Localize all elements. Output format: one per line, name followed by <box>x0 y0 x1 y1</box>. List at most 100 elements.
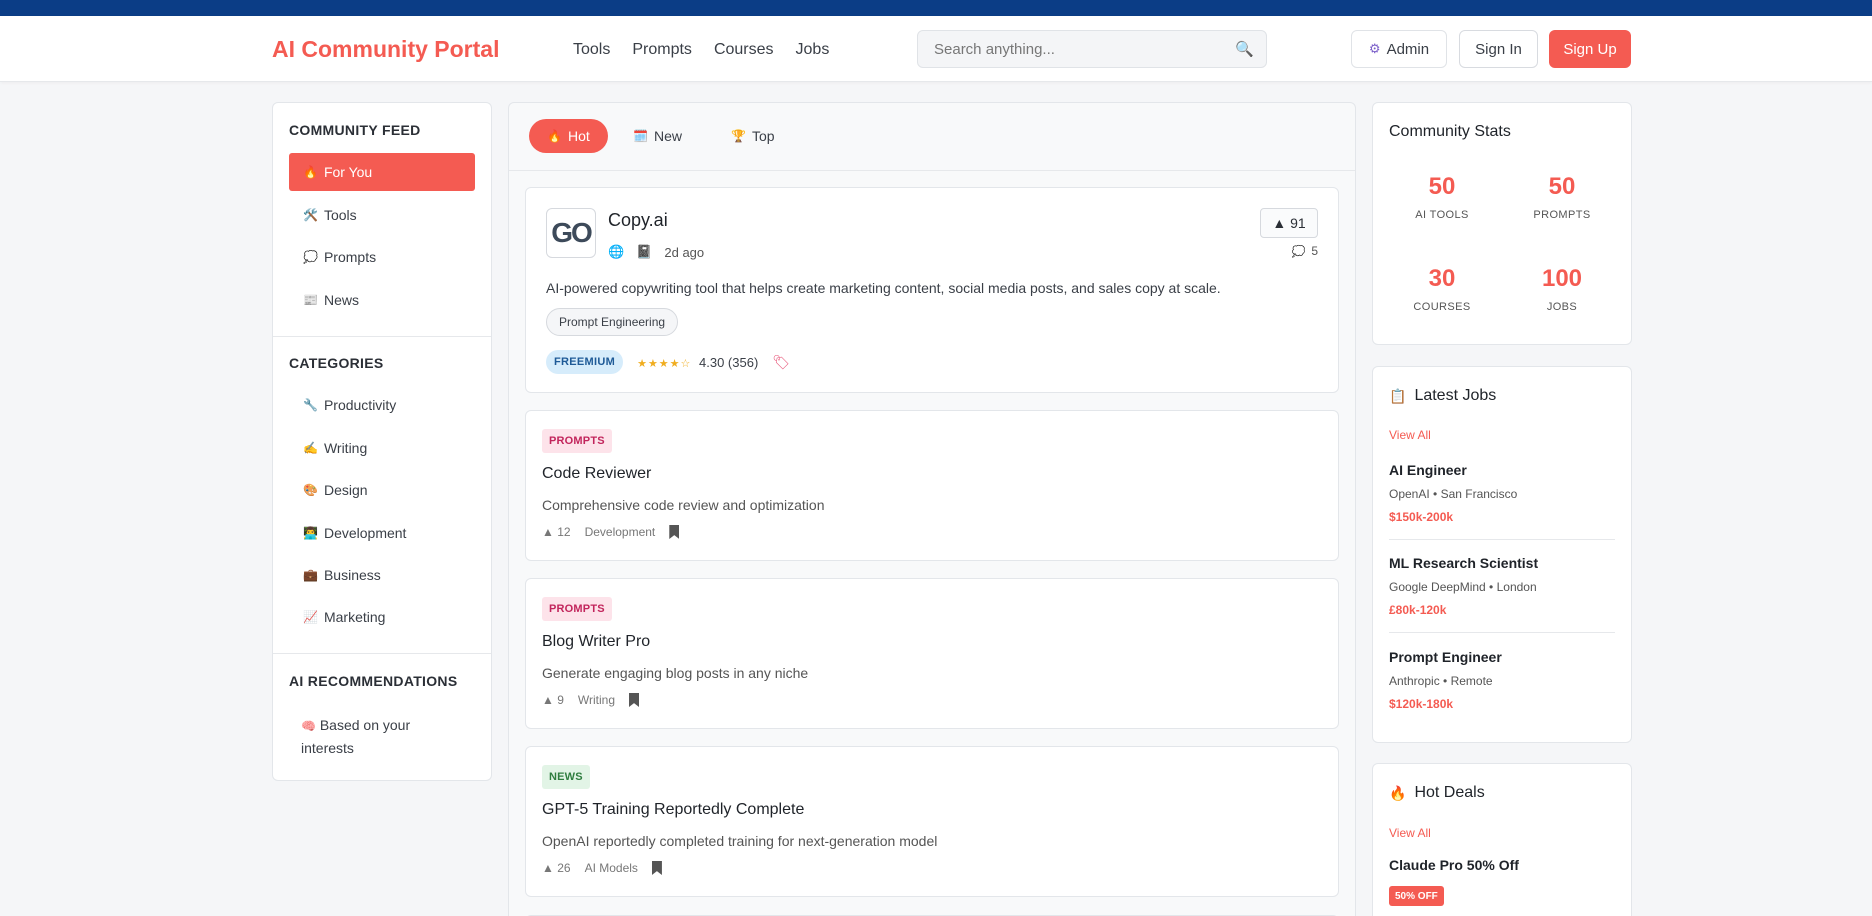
nav-tools[interactable]: Tools <box>573 41 610 59</box>
sidebar-item-productivity[interactable]: 🔧 Productivity <box>289 386 475 424</box>
book-icon[interactable]: 📓 <box>636 244 652 260</box>
tab-top[interactable]: 🏆 Top <box>713 119 793 153</box>
nav-prompts[interactable]: Prompts <box>632 41 692 59</box>
deal-title[interactable]: Claude Pro 50% Off <box>1389 857 1519 873</box>
post-description: Comprehensive code review and optimizati… <box>542 497 825 513</box>
nav-jobs[interactable]: Jobs <box>796 41 830 59</box>
sidebar-item-label: Development <box>323 525 407 541</box>
sidebar-divider <box>273 336 491 337</box>
latest-jobs-header: 📋 Latest Jobs <box>1389 387 1496 405</box>
tool-tag[interactable]: Prompt Engineering <box>546 308 679 336</box>
post-title[interactable]: GPT-5 Training Reportedly Complete <box>542 801 804 819</box>
job-divider <box>1389 632 1615 633</box>
tool-pricing-row: FREEMIUM ★★★★☆ 4.30 (356) 🏷 <box>546 350 790 374</box>
sidebar-item-prompts[interactable]: 💭 Prompts <box>289 238 475 276</box>
chart-up-icon: 📈 <box>303 610 318 624</box>
brain-icon: 🧠 <box>301 719 316 733</box>
post-votes[interactable]: ▲ 9 <box>542 693 564 707</box>
post-category[interactable]: Development <box>585 525 656 539</box>
job-salary: $120k-180k <box>1389 697 1454 711</box>
post-title[interactable]: Blog Writer Pro <box>542 633 650 651</box>
sidebar-item-label: News <box>323 292 359 308</box>
post-title[interactable]: Code Reviewer <box>542 465 651 483</box>
tab-label: New <box>653 128 682 144</box>
sidebar-item-business[interactable]: 💼 Business <box>289 556 475 594</box>
sidebar-item-label: Tools <box>323 207 357 223</box>
tools-icon: 🛠️ <box>303 208 318 222</box>
top-banner <box>0 0 1872 16</box>
tool-time: 2d ago <box>664 244 705 260</box>
ai-recommendation-item[interactable]: 🧠 Based on your interests <box>301 714 410 759</box>
job-item[interactable]: Prompt Engineer Anthropic • Remote $120k… <box>1389 649 1615 711</box>
sidebar-item-writing[interactable]: ✍️ Writing <box>289 429 475 467</box>
tool-meta: 🌐 📓 2d ago <box>608 244 704 260</box>
sign-in-button[interactable]: Sign In <box>1459 30 1538 68</box>
gear-icon: ⚙ <box>1368 41 1381 56</box>
search-box: 🔍 <box>917 30 1267 68</box>
bookmark-icon[interactable] <box>629 693 640 707</box>
search-icon[interactable]: 🔍 <box>1235 40 1254 58</box>
feed-tabs: 🔥 Hot 🗓️ New 🏆 Top <box>509 103 1355 171</box>
stat-label: JOBS <box>1546 301 1578 313</box>
sidebar-item-label: Productivity <box>323 397 397 413</box>
community-feed-title: COMMUNITY FEED <box>289 122 421 138</box>
jobs-view-all-link[interactable]: View All <box>1389 428 1431 442</box>
job-item[interactable]: AI Engineer OpenAI • San Francisco $150k… <box>1389 462 1615 524</box>
sidebar-item-for-you[interactable]: 🔥 For You <box>289 153 475 191</box>
nav-courses[interactable]: Courses <box>714 41 774 59</box>
tool-card[interactable]: GO Copy.ai 🌐 📓 2d ago ▲ 91 💭 5 AI-powere… <box>525 187 1339 393</box>
admin-label: Admin <box>1386 40 1430 58</box>
job-company: OpenAI • San Francisco <box>1389 487 1518 501</box>
post-card[interactable]: PROMPTS Code Reviewer Comprehensive code… <box>525 410 1339 561</box>
post-category[interactable]: AI Models <box>585 861 638 875</box>
deals-view-all-link[interactable]: View All <box>1389 826 1431 840</box>
coupon-tag-icon[interactable]: 🏷 <box>772 354 790 371</box>
palette-icon: 🎨 <box>303 483 318 497</box>
post-votes[interactable]: ▲ 26 <box>542 861 571 875</box>
reco-text-2: interests <box>301 740 354 756</box>
job-company: Google DeepMind • London <box>1389 580 1537 594</box>
tool-name[interactable]: Copy.ai <box>608 210 668 231</box>
bookmark-icon[interactable] <box>669 525 680 539</box>
tab-label: Top <box>751 128 775 144</box>
trophy-icon: 🏆 <box>731 129 746 143</box>
sidebar-item-design[interactable]: 🎨 Design <box>289 471 475 509</box>
post-card[interactable]: NEWS GPT-5 Training Reportedly Complete … <box>525 746 1339 897</box>
sign-up-button[interactable]: Sign Up <box>1549 30 1631 68</box>
tool-description: AI-powered copywriting tool that helps c… <box>546 280 1221 296</box>
developer-icon: 👨‍💻 <box>303 526 318 540</box>
sidebar-item-development[interactable]: 👨‍💻 Development <box>289 514 475 552</box>
post-votes[interactable]: ▲ 12 <box>542 525 571 539</box>
site-header: AI Community Portal Tools Prompts Course… <box>0 16 1872 82</box>
job-item[interactable]: ML Research Scientist Google DeepMind • … <box>1389 555 1615 617</box>
post-card[interactable]: PROMPTS Blog Writer Pro Generate engagin… <box>525 578 1339 729</box>
post-footer: ▲ 26 AI Models <box>542 861 662 875</box>
post-description: OpenAI reportedly completed training for… <box>542 833 938 849</box>
tab-hot[interactable]: 🔥 Hot <box>529 119 608 153</box>
admin-button[interactable]: ⚙ Admin <box>1351 30 1447 68</box>
stat-jobs: 100 JOBS <box>1507 265 1617 313</box>
job-title: Prompt Engineer <box>1389 649 1502 665</box>
post-category[interactable]: Writing <box>578 693 615 707</box>
comment-count[interactable]: 💭 5 <box>1292 244 1318 258</box>
hot-deals-header: 🔥 Hot Deals <box>1389 784 1485 802</box>
latest-jobs-panel: 📋 Latest Jobs View All AI Engineer OpenA… <box>1372 366 1632 743</box>
upvote-button[interactable]: ▲ 91 <box>1260 208 1318 238</box>
globe-icon[interactable]: 🌐 <box>608 244 624 260</box>
rating-value: 4.30 (356) <box>699 354 759 370</box>
post-type-badge: PROMPTS <box>542 597 612 621</box>
sidebar-item-news[interactable]: 📰 News <box>289 281 475 319</box>
job-divider <box>1389 539 1615 540</box>
ai-recommendations-title: AI RECOMMENDATIONS <box>289 673 458 689</box>
sidebar-item-label: Marketing <box>323 609 386 625</box>
brand-logo[interactable]: AI Community Portal <box>272 36 499 63</box>
stat-ai-tools: 50 AI TOOLS <box>1387 173 1497 221</box>
sidebar-item-marketing[interactable]: 📈 Marketing <box>289 598 475 636</box>
job-title: AI Engineer <box>1389 462 1467 478</box>
stat-prompts: 50 PROMPTS <box>1507 173 1617 221</box>
bookmark-icon[interactable] <box>651 861 662 875</box>
tab-new[interactable]: 🗓️ New <box>615 119 700 153</box>
post-footer: ▲ 12 Development <box>542 525 680 539</box>
search-input[interactable] <box>918 31 1208 67</box>
sidebar-item-tools[interactable]: 🛠️ Tools <box>289 196 475 234</box>
